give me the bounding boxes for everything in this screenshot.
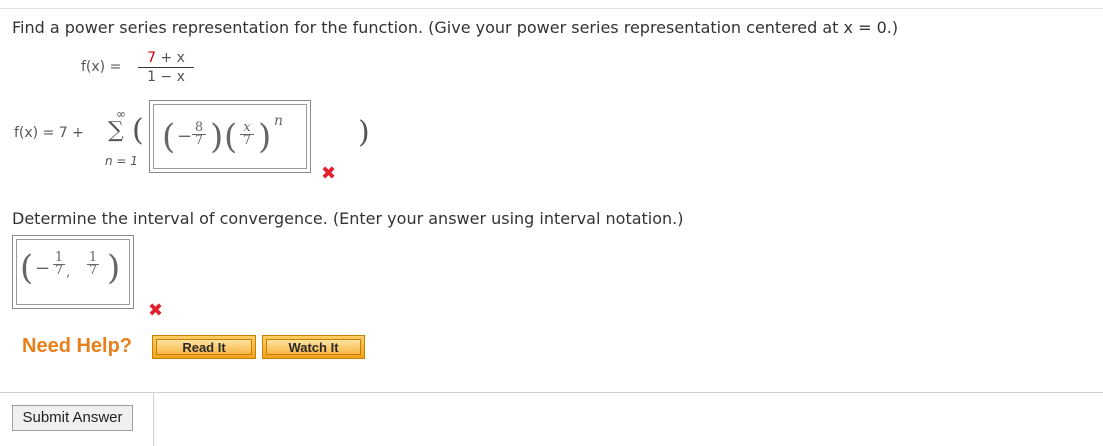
answer-close-paren-2: ) [258, 117, 272, 157]
need-help-label: Need Help? [22, 335, 133, 357]
interval-fraction-2-denominator: 7 [88, 263, 98, 278]
series-answer-field[interactable]: ( − 8 7 ) ( x 7 ) n [149, 100, 311, 173]
answer-exponent: n [274, 113, 284, 129]
x-mark-icon: ✖ [321, 163, 337, 184]
interval-close-paren: ) [107, 248, 121, 288]
function-name: f(x) [81, 59, 106, 75]
numerator-term: + x [160, 50, 185, 66]
top-divider [0, 8, 1103, 9]
function-fraction: 7 + x 1 − x [138, 50, 194, 85]
watch-it-label: Watch It [266, 339, 361, 355]
submit-answer-button[interactable]: Submit Answer [12, 405, 133, 431]
interval-answer-field[interactable]: ( − 1 7 , 1 7 ) [12, 235, 134, 309]
x-mark-icon: ✖ [148, 300, 164, 321]
series-open-paren: ( [132, 113, 144, 148]
answer-minus: − [177, 126, 193, 147]
equals-sign: = [109, 59, 122, 75]
numerator: 7 + x [138, 50, 194, 66]
sum-lower-limit: n = 1 [105, 154, 138, 168]
read-it-label: Read It [156, 339, 252, 355]
answer-fraction-2: x 7 [240, 121, 254, 148]
interval-prompt: Determine the interval of convergence. (… [12, 209, 684, 228]
denominator: 1 − x [147, 69, 185, 85]
question-prompt: Find a power series representation for t… [12, 18, 899, 37]
answer-fraction-1: 8 7 [192, 121, 206, 148]
answer-open-paren-2: ( [224, 117, 238, 157]
series-lhs: f(x) = 7 + [14, 125, 84, 141]
answer-open-paren: ( [162, 117, 176, 157]
sigma-icon: ∑ [108, 118, 124, 143]
interval-minus: − [35, 258, 51, 279]
answer-close-paren: ) [210, 117, 224, 157]
watch-it-button[interactable]: Watch It [262, 335, 365, 359]
fraction-1-denominator: 7 [194, 133, 204, 148]
footer-divider [0, 392, 1103, 393]
fraction-2-denominator: 7 [242, 133, 252, 148]
interval-fraction-1-denominator: 7 [54, 263, 64, 278]
footer-vertical-divider [153, 392, 154, 446]
series-close-paren: ) [358, 115, 370, 150]
interval-fraction-1: 1 7 [53, 251, 65, 278]
fraction-bar [138, 67, 194, 68]
interval-comma: , [66, 264, 71, 280]
numerator-constant: 7 [147, 50, 156, 66]
interval-fraction-2: 1 7 [87, 251, 99, 278]
read-it-button[interactable]: Read It [152, 335, 256, 359]
interval-open-paren: ( [20, 248, 34, 288]
function-lhs: f(x) = [81, 59, 121, 75]
